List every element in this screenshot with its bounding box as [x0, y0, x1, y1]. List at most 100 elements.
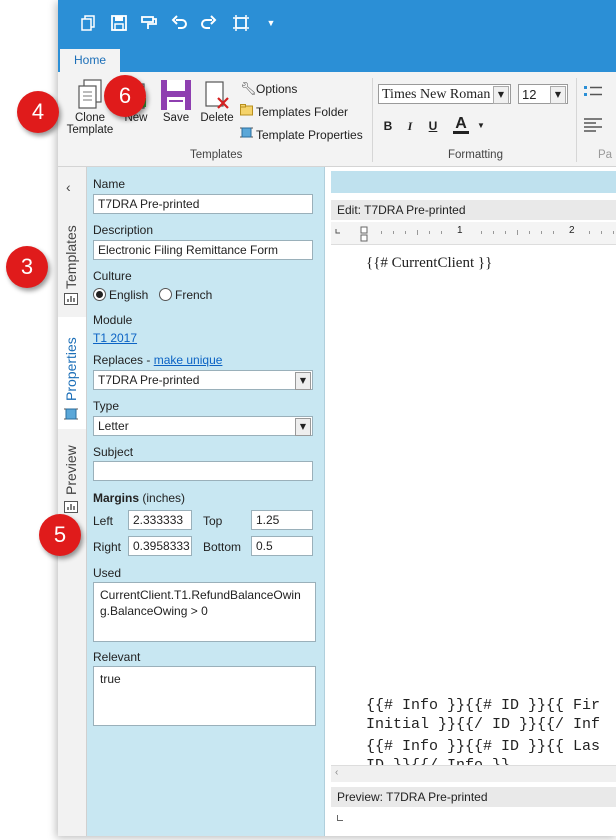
replaces-label: Replaces -	[93, 353, 151, 367]
redo-icon[interactable]	[200, 14, 218, 32]
properties-tab-icon	[64, 407, 78, 424]
culture-english-radio[interactable]: English	[93, 288, 148, 302]
type-label: Type	[93, 399, 120, 413]
right-margin-label: Right	[93, 540, 122, 554]
properties-panel: Name T7DRA Pre-printed Description Elect…	[87, 167, 325, 836]
description-field[interactable]: Electronic Filing Remittance Form	[93, 240, 313, 260]
chevron-down-icon: ▼	[550, 86, 566, 104]
format-painter-icon[interactable]	[140, 14, 158, 32]
tab-properties[interactable]: Properties	[58, 317, 86, 429]
top-margin-field[interactable]: 1.25	[251, 510, 313, 530]
callout-3: 3	[6, 246, 48, 288]
chevron-down-icon: ▼	[295, 418, 311, 436]
tab-preview-label: Preview	[63, 445, 79, 495]
subject-label: Subject	[93, 445, 134, 459]
scroll-left-icon[interactable]: ‹	[335, 767, 338, 778]
used-label: Used	[93, 566, 122, 580]
code-line[interactable]: Initial }}{{/ ID }}{{/ Inf	[366, 716, 600, 733]
underline-button[interactable]: U	[425, 118, 441, 134]
module-label: Module	[93, 313, 133, 327]
properties-icon	[240, 126, 256, 144]
culture-label: Culture	[93, 269, 132, 283]
relevant-textarea[interactable]: true	[93, 666, 316, 726]
ruler-mark-1: 1	[457, 225, 463, 236]
horizontal-scrollbar[interactable]: ‹	[331, 765, 616, 782]
templates-group-label: Templates	[190, 149, 243, 161]
french-label: French	[175, 288, 213, 302]
module-link[interactable]: T1 2017	[93, 331, 137, 345]
bottom-margin-label: Bottom	[203, 540, 242, 554]
app-window: ▼ Home Clone Template New Save Delete 🔧︎…	[58, 0, 616, 836]
font-color-button[interactable]: A	[453, 116, 469, 134]
replaces-select[interactable]: T7DRA Pre-printed ▼	[93, 370, 313, 390]
ribbon-tab-bar: Home	[58, 44, 616, 72]
save-button[interactable]: Save	[158, 78, 194, 124]
template-label: Template	[66, 124, 114, 136]
fit-page-icon[interactable]	[232, 14, 250, 32]
name-label: Name	[93, 177, 126, 191]
tab-preview[interactable]: Preview	[58, 437, 86, 517]
name-field[interactable]: T7DRA Pre-printed	[93, 194, 313, 214]
quick-access-toolbar: ▼	[58, 0, 616, 44]
edit-pane-title: Edit: T7DRA Pre-printed	[331, 200, 616, 220]
radio-unselected-icon	[159, 288, 172, 301]
font-size-select[interactable]: 12 ▼	[518, 84, 568, 104]
left-margin-label: Left	[93, 514, 114, 528]
code-line[interactable]: {{# Info }}{{# ID }}{{ Fir	[366, 697, 600, 714]
bottom-margin-field[interactable]: 0.5	[251, 536, 313, 556]
used-textarea[interactable]: CurrentClient.T1.RefundBalanceOwing.Bala…	[93, 582, 316, 642]
bullet-list-icon[interactable]	[584, 84, 602, 103]
margins-label: Margins	[93, 491, 140, 505]
italic-button[interactable]: I	[402, 118, 418, 134]
tab-templates[interactable]: Templates	[58, 209, 86, 309]
options-button[interactable]: 🔧︎Options	[240, 80, 297, 98]
callout-4: 4	[17, 91, 59, 133]
copy-document-icon[interactable]	[80, 14, 98, 32]
radio-selected-icon	[93, 288, 106, 301]
type-value: Letter	[98, 419, 129, 433]
delete-document-icon	[202, 78, 232, 112]
replaces-label-row: Replaces - make unique	[93, 353, 222, 367]
make-unique-link[interactable]: make unique	[154, 353, 223, 367]
formatting-group-label: Formatting	[448, 149, 503, 161]
clone-label: Clone	[74, 112, 106, 124]
font-color-dropdown-icon[interactable]: ▼	[477, 121, 485, 130]
subject-field[interactable]	[93, 461, 313, 481]
customize-toolbar-icon[interactable]: ▼	[262, 14, 280, 32]
delete-button[interactable]: Delete	[198, 78, 236, 124]
chevron-down-icon: ▼	[493, 86, 509, 104]
group-divider	[576, 78, 577, 162]
type-select[interactable]: Letter ▼	[93, 416, 313, 436]
undo-icon[interactable]	[170, 14, 188, 32]
clone-document-icon	[75, 78, 105, 112]
code-line[interactable]: {{# Info }}{{# ID }}{{ Las	[366, 738, 600, 755]
chevron-down-icon: ▼	[295, 372, 311, 390]
margins-heading: Margins (inches)	[93, 491, 185, 505]
align-left-icon[interactable]	[584, 118, 602, 135]
ruler[interactable]: 1 2	[331, 222, 616, 245]
document-line[interactable]: {{# CurrentClient }}	[366, 255, 492, 272]
group-divider	[372, 78, 373, 162]
editor-toolbar-strip	[331, 171, 616, 193]
ruler-mark-2: 2	[569, 225, 575, 236]
culture-french-radio[interactable]: French	[159, 288, 212, 302]
save-icon[interactable]	[110, 14, 128, 32]
templates-folder-button[interactable]: Templates Folder	[240, 103, 348, 121]
bold-button[interactable]: B	[380, 118, 396, 134]
editor-pane: Edit: T7DRA Pre-printed 1 2 {{# CurrentC…	[325, 167, 616, 836]
replaces-value: T7DRA Pre-printed	[98, 373, 200, 387]
wrench-icon: 🔧︎	[240, 81, 257, 96]
tab-properties-label: Properties	[63, 337, 79, 401]
preview-ruler-marker	[337, 815, 343, 821]
left-margin-field[interactable]: 2.333333	[128, 510, 192, 530]
template-properties-button[interactable]: Template Properties	[240, 126, 363, 144]
english-label: English	[109, 288, 149, 302]
collapse-chevron-left-icon[interactable]: ‹	[66, 179, 71, 195]
font-size-value: 12	[522, 87, 537, 102]
font-name-select[interactable]: Times New Roman ▼	[378, 84, 511, 104]
right-margin-field[interactable]: 0.3958333	[128, 536, 192, 556]
save-disk-icon	[159, 78, 193, 112]
templates-folder-label: Templates Folder	[256, 105, 349, 119]
tab-home[interactable]: Home	[60, 49, 120, 72]
font-name-value: Times New Roman	[382, 87, 491, 102]
